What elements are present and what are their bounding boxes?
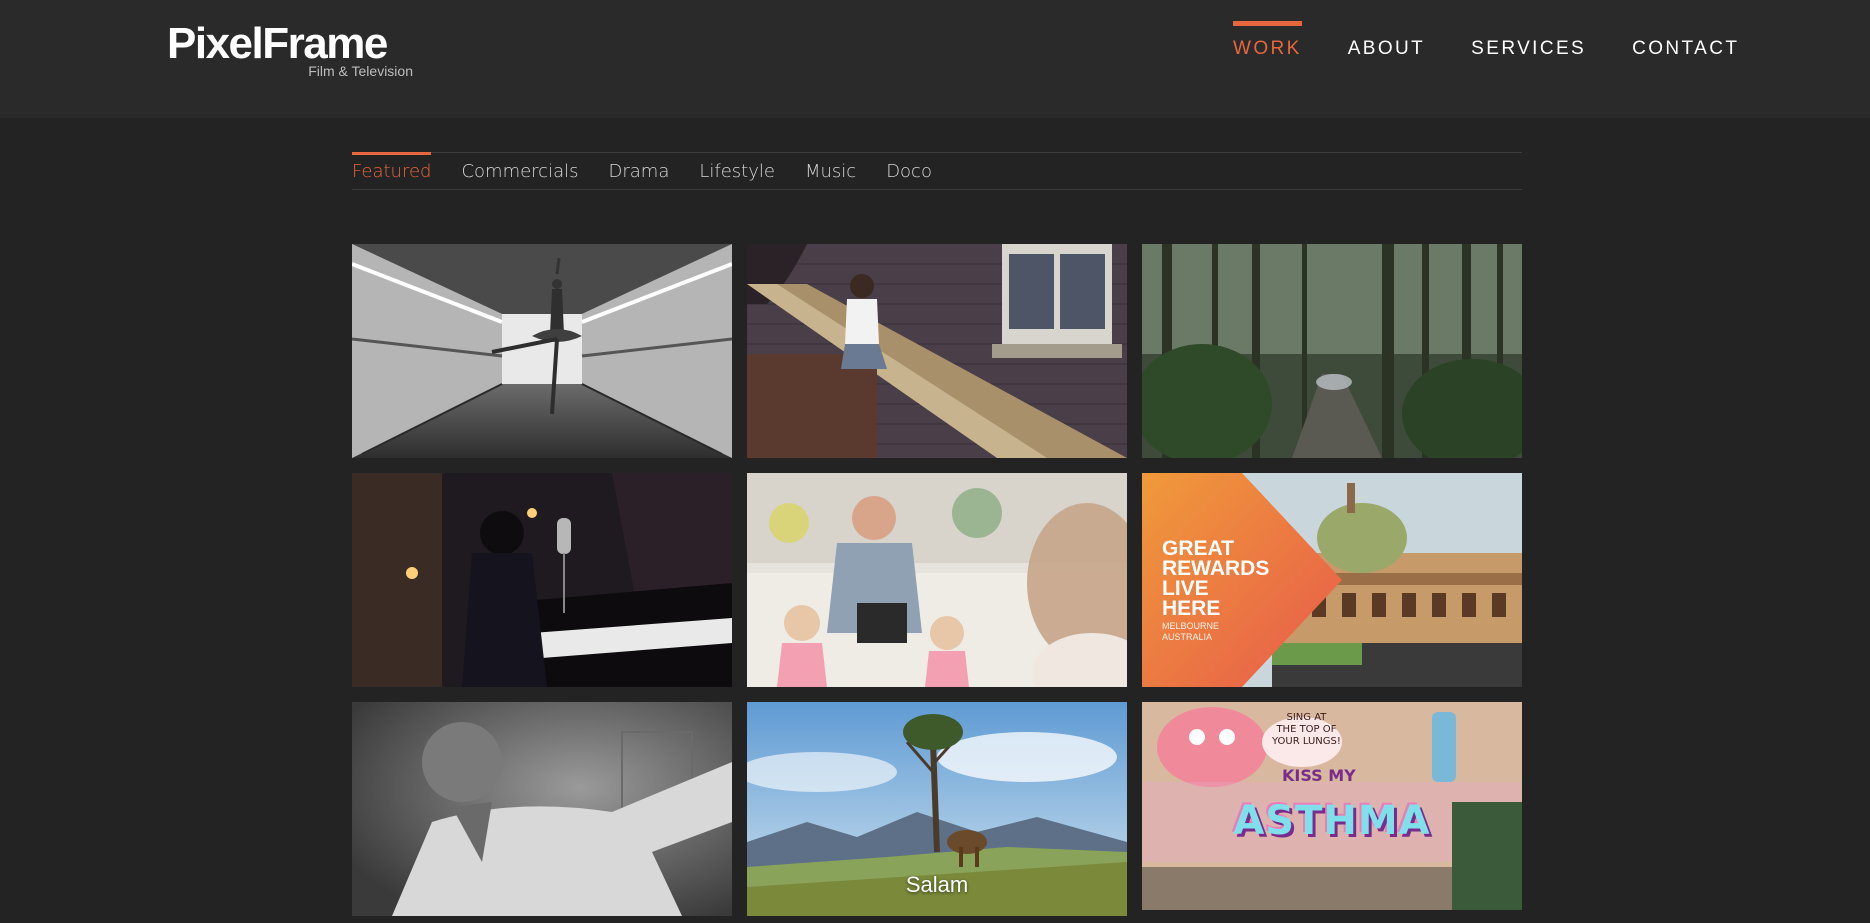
graffiti-word: ASTHMA: [1233, 798, 1431, 844]
tile-caption-salam: Salam: [905, 872, 969, 897]
brand-name: PixelFrame: [167, 19, 388, 68]
work-tile-mountain-tree[interactable]: Salam: [747, 702, 1127, 916]
main-nav-services[interactable]: SERVICES: [1448, 0, 1609, 100]
category-tab-drama[interactable]: Drama: [609, 153, 670, 189]
main-nav: WORK ABOUT SERVICES CONTACT: [1210, 0, 1762, 100]
woman-stairs-thumbnail: [747, 244, 1127, 458]
category-tab-music[interactable]: Music: [805, 153, 856, 189]
category-tab-featured[interactable]: Featured: [352, 152, 432, 189]
main-nav-work[interactable]: WORK: [1210, 0, 1325, 100]
pianist-singer-thumbnail: [352, 473, 732, 687]
work-tile-pianist-singer[interactable]: [352, 473, 732, 687]
category-tab-doco[interactable]: Doco: [886, 153, 932, 189]
graffiti-tag: KISS MY: [1282, 766, 1356, 785]
graffiti-slogan: SING AT THE TOP OF YOUR LUNGS!: [1272, 712, 1341, 747]
brand-tagline: Film & Television: [308, 63, 413, 79]
category-nav: Featured Commercials Drama Lifestyle Mus…: [352, 152, 1522, 190]
ballet-corridor-thumbnail: [352, 244, 732, 458]
work-tile-graffiti-wall[interactable]: SING AT THE TOP OF YOUR LUNGS! KISS MY A…: [1142, 702, 1522, 916]
work-tile-family-kitchen[interactable]: [747, 473, 1127, 687]
category-tab-commercials[interactable]: Commercials: [461, 153, 578, 189]
man-portrait-thumbnail: [352, 702, 732, 916]
main-nav-about[interactable]: ABOUT: [1325, 0, 1448, 100]
brand-logo[interactable]: PixelFrame Film & Television: [167, 21, 417, 81]
work-tile-forest-road[interactable]: [1142, 244, 1522, 458]
work-tile-ballet-corridor[interactable]: [352, 244, 732, 458]
promo-headline: GREAT REWARDS LIVE HERE: [1162, 537, 1270, 620]
work-tile-woman-stairs[interactable]: [747, 244, 1127, 458]
work-tile-man-portrait[interactable]: [352, 702, 732, 916]
main-nav-contact[interactable]: CONTACT: [1609, 0, 1762, 100]
category-tab-lifestyle[interactable]: Lifestyle: [699, 153, 775, 189]
work-tile-melbourne-station[interactable]: GREAT REWARDS LIVE HERE MELBOURNE AUSTRA…: [1142, 473, 1522, 687]
work-grid: GREAT REWARDS LIVE HERE MELBOURNE AUSTRA…: [352, 244, 1522, 916]
forest-road-thumbnail: [1142, 244, 1522, 458]
promo-location: MELBOURNE AUSTRALIA: [1162, 621, 1220, 642]
family-kitchen-thumbnail: [747, 473, 1127, 687]
site-header: PixelFrame Film & Television WORK ABOUT …: [0, 0, 1870, 118]
